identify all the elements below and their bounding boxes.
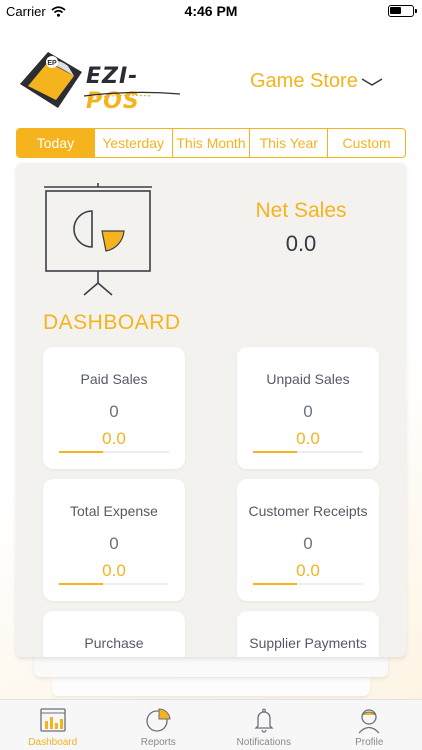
net-sales-label: Net Sales — [255, 199, 347, 222]
card-amount: 0.0 — [102, 429, 126, 448]
card-progress-track — [253, 583, 363, 585]
nav-dashboard[interactable]: Dashboard — [0, 700, 106, 750]
card-title: Paid Sales — [80, 371, 148, 387]
card-progress-track — [59, 583, 169, 585]
presentation-chart-icon — [44, 183, 152, 296]
bell-icon — [254, 708, 274, 733]
card-progress-fill — [59, 451, 103, 453]
logo-badge: EP — [47, 60, 57, 67]
card-progress-track — [253, 451, 363, 453]
logo-swoosh-icon — [83, 91, 181, 99]
dashboard-chart-icon — [40, 708, 66, 732]
card-title: Total Expense — [70, 503, 158, 519]
chevron-down-icon — [361, 77, 383, 86]
user-icon — [358, 709, 380, 734]
pie-chart-icon — [146, 708, 171, 732]
card-amount: 0.0 — [102, 561, 126, 580]
tab-yesterday[interactable]: Yesterday — [95, 129, 173, 157]
panel-stack-shadow-1 — [34, 655, 388, 677]
logo-emblem-icon: EP — [20, 52, 82, 108]
tab-today[interactable]: Today — [17, 129, 95, 157]
dashboard-title: DASHBOARD — [43, 311, 181, 334]
nav-label: Notifications — [236, 737, 291, 748]
card-paid-sales[interactable]: Paid Sales 0 0.0 — [43, 347, 185, 469]
status-bar: Carrier 4:46 PM — [0, 0, 422, 22]
ezi-pos-logo: EP EZI-POS — [18, 48, 188, 114]
bottom-tab-bar: Dashboard Reports Notifications Profile — [0, 699, 422, 750]
dashboard-panel: DASHBOARD Net Sales 0.0 Paid Sales 0 0.0… — [16, 163, 406, 657]
card-progress-fill — [253, 583, 297, 585]
logo-text-ezi: EZI- — [86, 64, 139, 89]
card-title: Customer Receipts — [248, 503, 368, 519]
card-purchase[interactable]: Purchase — [43, 611, 185, 657]
card-count: 0 — [303, 534, 313, 553]
card-count: 0 — [303, 402, 313, 421]
card-count: 0 — [109, 402, 119, 421]
card-title: Supplier Payments — [249, 635, 367, 651]
store-name: Game Store — [250, 70, 358, 92]
card-progress-track — [59, 451, 169, 453]
store-selector[interactable]: Game Store — [250, 70, 384, 93]
nav-reports[interactable]: Reports — [106, 700, 212, 750]
nav-label: Dashboard — [28, 737, 78, 748]
card-amount: 0.0 — [296, 429, 320, 448]
nav-label: Reports — [140, 737, 176, 748]
card-progress-fill — [253, 451, 297, 453]
date-range-tabs: Today Yesterday This Month This Year Cus… — [16, 128, 406, 158]
card-customer-receipts[interactable]: Customer Receipts 0 0.0 — [237, 479, 379, 601]
net-sales-value: 0.0 — [285, 231, 317, 256]
card-unpaid-sales[interactable]: Unpaid Sales 0 0.0 — [237, 347, 379, 469]
tab-this-month[interactable]: This Month — [173, 129, 251, 157]
nav-profile[interactable]: Profile — [317, 700, 422, 750]
card-progress-fill — [59, 583, 103, 585]
status-time: 4:46 PM — [184, 3, 238, 19]
card-total-expense[interactable]: Total Expense 0 0.0 — [43, 479, 185, 601]
card-amount: 0.0 — [296, 561, 320, 580]
card-title: Purchase — [84, 635, 144, 651]
panel-stack-shadow-2 — [52, 678, 370, 696]
nav-label: Profile — [355, 737, 384, 748]
card-title: Unpaid Sales — [266, 371, 350, 387]
card-count: 0 — [109, 534, 119, 553]
tab-custom[interactable]: Custom — [328, 129, 405, 157]
nav-notifications[interactable]: Notifications — [211, 700, 317, 750]
tab-this-year[interactable]: This Year — [250, 129, 329, 157]
battery-icon — [388, 5, 417, 17]
card-supplier-payments[interactable]: Supplier Payments — [237, 611, 379, 657]
